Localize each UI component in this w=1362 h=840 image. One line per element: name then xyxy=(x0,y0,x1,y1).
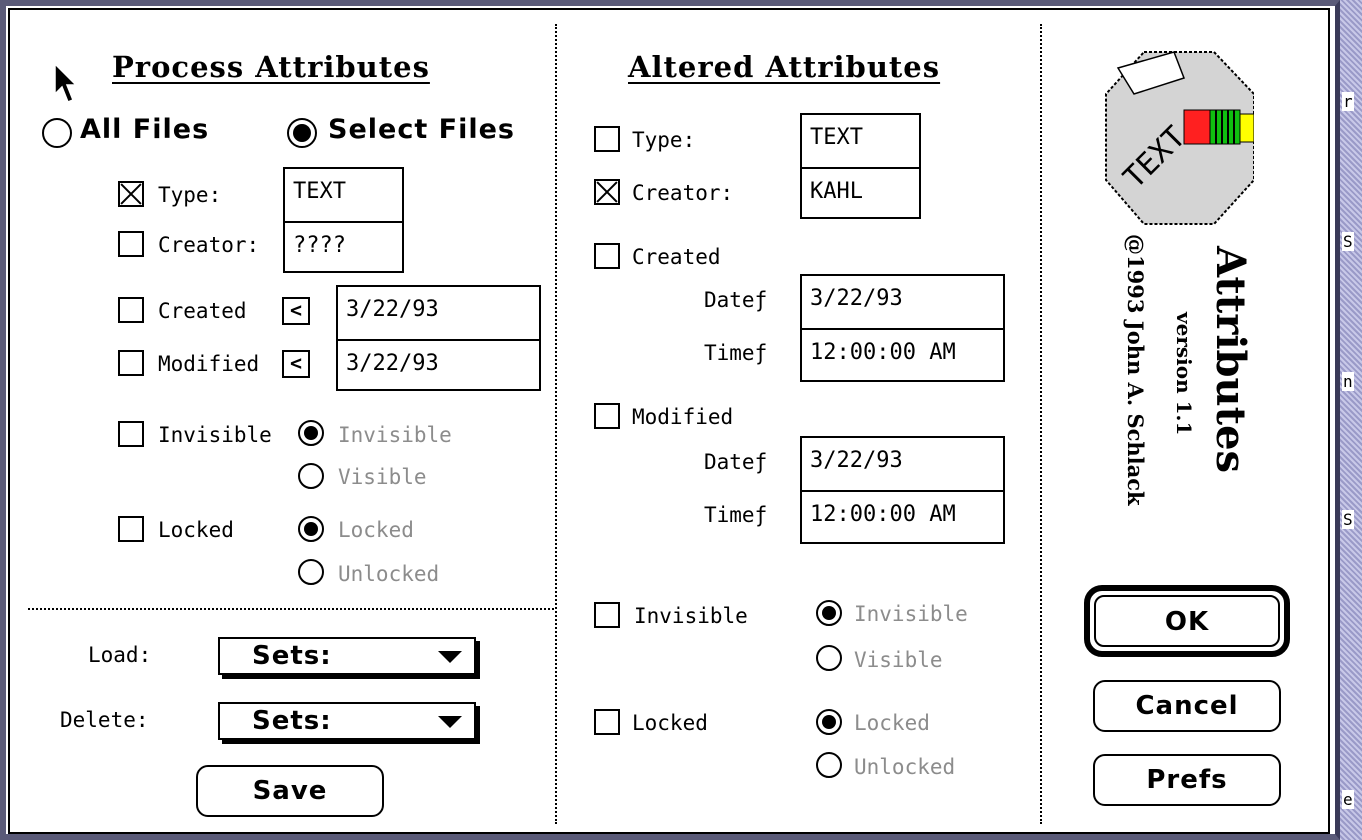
process-created-date-field[interactable]: 3/22/93 xyxy=(336,285,541,341)
process-created-label: Created xyxy=(158,299,247,323)
altered-created-label: Created xyxy=(632,245,721,269)
process-type-checkbox[interactable] xyxy=(118,181,144,207)
column-divider xyxy=(555,24,557,824)
all-files-radio[interactable] xyxy=(42,118,72,148)
altered-modified-date-label: Dateƒ xyxy=(704,450,768,474)
delete-sets-popup[interactable]: Sets: xyxy=(218,702,476,740)
background-window-text: S xyxy=(1342,232,1354,251)
altered-modified-time-label: Timeƒ xyxy=(704,503,768,527)
altered-modified-date-field[interactable]: 3/22/93 xyxy=(800,436,1005,492)
altered-modified-label: Modified xyxy=(632,405,734,429)
prefs-button[interactable]: Prefs xyxy=(1093,754,1281,806)
mouse-pointer-icon xyxy=(54,62,78,103)
background-window-text: n xyxy=(1342,372,1354,391)
process-creator-label: Creator: xyxy=(158,233,260,257)
altered-creator-checkbox[interactable] xyxy=(594,179,620,205)
altered-attributes-heading: Altered Attributes xyxy=(628,50,941,84)
save-button[interactable]: Save xyxy=(196,765,384,817)
process-type-label: Type: xyxy=(158,183,222,207)
process-unlocked-option-label: Unlocked xyxy=(338,562,440,586)
attributes-logo-icon: TEXT xyxy=(1105,51,1254,225)
app-name-title: Attributes xyxy=(1207,246,1254,474)
process-visible-radio[interactable] xyxy=(298,463,324,489)
altered-created-time-field[interactable]: 12:00:00 AM xyxy=(800,328,1005,382)
delete-sets-value: Sets: xyxy=(252,706,332,736)
ok-button[interactable]: OK xyxy=(1084,585,1290,657)
process-locked-option-label: Locked xyxy=(338,518,414,542)
process-locked-label: Locked xyxy=(158,518,234,542)
process-invisible-radio[interactable] xyxy=(298,420,324,446)
process-locked-radio[interactable] xyxy=(298,516,324,542)
altered-modified-checkbox[interactable] xyxy=(594,403,620,429)
ok-button-label: OK xyxy=(1094,595,1280,647)
process-invisible-checkbox[interactable] xyxy=(118,421,144,447)
altered-type-field[interactable]: TEXT xyxy=(800,113,921,169)
load-sets-popup[interactable]: Sets: xyxy=(218,637,476,675)
select-files-radio[interactable] xyxy=(287,118,317,148)
process-modified-label: Modified xyxy=(158,352,260,376)
altered-type-label: Type: xyxy=(632,128,696,152)
process-unlocked-radio[interactable] xyxy=(298,559,324,585)
process-creator-field[interactable]: ???? xyxy=(283,221,404,273)
process-created-checkbox[interactable] xyxy=(118,297,144,323)
background-window-text: S xyxy=(1342,510,1354,529)
column-divider xyxy=(1040,24,1042,824)
process-modified-checkbox[interactable] xyxy=(118,350,144,376)
process-invisible-option-label: Invisible xyxy=(338,423,452,447)
altered-visible-radio[interactable] xyxy=(816,645,842,671)
cancel-button[interactable]: Cancel xyxy=(1093,680,1281,732)
altered-locked-checkbox[interactable] xyxy=(594,709,620,735)
altered-locked-radio[interactable] xyxy=(816,709,842,735)
altered-invisible-option-label: Invisible xyxy=(854,602,968,626)
altered-type-checkbox[interactable] xyxy=(594,126,620,152)
altered-visible-option-label: Visible xyxy=(854,648,943,672)
all-files-label: All Files xyxy=(80,114,210,145)
popup-arrow-icon xyxy=(438,651,462,663)
process-created-comparator-button[interactable]: < xyxy=(282,297,310,325)
background-window-text: e xyxy=(1342,790,1354,809)
altered-locked-label: Locked xyxy=(632,711,708,735)
altered-unlocked-radio[interactable] xyxy=(816,752,842,778)
background-window-text: r xyxy=(1342,92,1354,111)
altered-created-time-label: Timeƒ xyxy=(704,341,768,365)
process-attributes-heading: Process Attributes xyxy=(112,50,430,84)
process-locked-checkbox[interactable] xyxy=(118,516,144,542)
load-sets-value: Sets: xyxy=(252,641,332,671)
process-modified-comparator-button[interactable]: < xyxy=(282,350,310,378)
delete-label: Delete: xyxy=(60,708,149,732)
altered-created-date-label: Dateƒ xyxy=(704,288,768,312)
altered-unlocked-option-label: Unlocked xyxy=(854,755,956,779)
altered-locked-option-label: Locked xyxy=(854,711,930,735)
process-invisible-label: Invisible xyxy=(158,423,272,447)
altered-invisible-label: Invisible xyxy=(634,604,748,628)
select-files-label: Select Files xyxy=(328,114,515,145)
load-label: Load: xyxy=(88,643,152,667)
process-type-field[interactable]: TEXT xyxy=(283,167,404,223)
copyright-label: @1993 John A. Schlack xyxy=(1123,234,1148,506)
popup-arrow-icon xyxy=(438,716,462,728)
altered-creator-label: Creator: xyxy=(632,181,734,205)
background-window-strip xyxy=(1340,0,1362,840)
process-visible-option-label: Visible xyxy=(338,465,427,489)
altered-created-checkbox[interactable] xyxy=(594,243,620,269)
altered-creator-field[interactable]: KAHL xyxy=(800,167,921,219)
app-version-label: version 1.1 xyxy=(1172,312,1196,436)
process-modified-date-field[interactable]: 3/22/93 xyxy=(336,339,541,391)
altered-invisible-radio[interactable] xyxy=(816,600,842,626)
section-divider xyxy=(28,608,554,610)
process-creator-checkbox[interactable] xyxy=(118,231,144,257)
altered-created-date-field[interactable]: 3/22/93 xyxy=(800,274,1005,330)
altered-invisible-checkbox[interactable] xyxy=(594,602,620,628)
altered-modified-time-field[interactable]: 12:00:00 AM xyxy=(800,490,1005,544)
